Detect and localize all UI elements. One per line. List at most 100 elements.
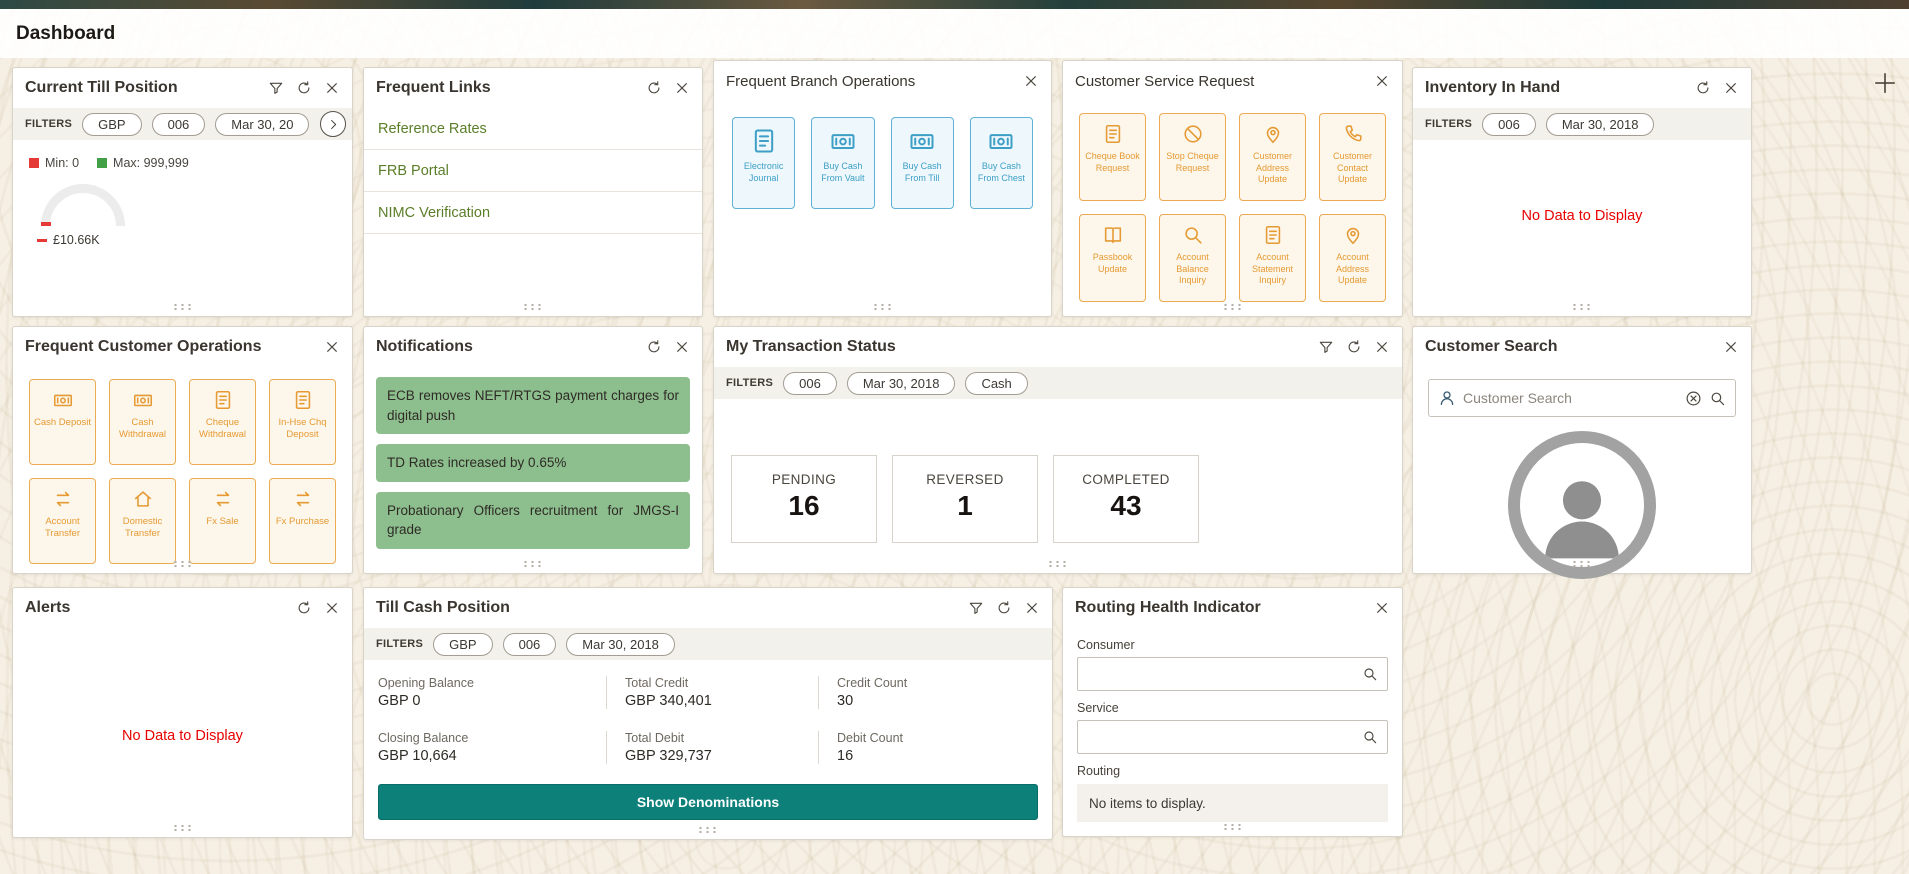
drag-handle[interactable] (1571, 560, 1593, 568)
close-icon[interactable] (1374, 339, 1390, 355)
status-box-completed[interactable]: COMPLETED 43 (1053, 455, 1199, 543)
tile-cash-withdrawal[interactable]: Cash Withdrawal (109, 379, 176, 465)
search-icon[interactable] (1362, 666, 1378, 682)
drag-handle[interactable] (1047, 560, 1069, 568)
filter-chip-date[interactable]: Mar 30, 2018 (566, 633, 675, 656)
drag-handle[interactable] (522, 303, 544, 311)
tile-cheque-book-request[interactable]: Cheque Book Request (1079, 113, 1146, 201)
refresh-icon[interactable] (296, 600, 312, 616)
close-icon[interactable] (1374, 600, 1390, 616)
tile-label: Buy Cash From Till (895, 161, 950, 184)
tile-passbook-update[interactable]: Passbook Update (1079, 214, 1146, 302)
notification-item[interactable]: TD Rates increased by 0.65% (376, 444, 690, 482)
refresh-icon[interactable] (296, 80, 312, 96)
close-icon[interactable] (1723, 80, 1739, 96)
link-nimc-verification[interactable]: NIMC Verification (364, 192, 702, 234)
tile-customer-address-update[interactable]: Customer Address Update (1239, 113, 1306, 201)
close-icon[interactable] (1023, 73, 1039, 89)
drag-handle[interactable] (522, 560, 544, 568)
metric-value: GBP 0 (378, 693, 606, 709)
search-icon[interactable] (1362, 729, 1378, 745)
filter-chip-date[interactable]: Mar 30, 2018 (1546, 113, 1655, 136)
close-icon[interactable] (1723, 339, 1739, 355)
service-search-input[interactable] (1087, 729, 1362, 745)
tile-in-hse-chq-deposit[interactable]: In-Hse Chq Deposit (269, 379, 336, 465)
filter-chip-branch[interactable]: 006 (152, 113, 206, 136)
drag-handle[interactable] (1222, 303, 1244, 311)
filter-chip-type[interactable]: Cash (965, 372, 1027, 395)
drag-handle[interactable] (172, 303, 194, 311)
filter-icon[interactable] (268, 80, 284, 96)
card-my-transaction-status: My Transaction Status FILTERS 006 Mar 30… (713, 326, 1403, 574)
add-widget-button[interactable] (1872, 70, 1898, 96)
phone-icon (1342, 123, 1364, 145)
customer-search-input[interactable] (1463, 390, 1678, 406)
filter-chip-branch[interactable]: 006 (1482, 113, 1536, 136)
card-title: Alerts (25, 599, 284, 617)
drag-handle[interactable] (1222, 823, 1244, 831)
close-icon[interactable] (324, 339, 340, 355)
tile-electronic-journal[interactable]: Electronic Journal (732, 117, 795, 209)
refresh-icon[interactable] (646, 339, 662, 355)
filter-icon[interactable] (968, 600, 984, 616)
tile-fx-purchase[interactable]: Fx Purchase (269, 478, 336, 564)
close-icon[interactable] (324, 80, 340, 96)
tile-fx-sale[interactable]: Fx Sale (189, 478, 256, 564)
drag-handle[interactable] (697, 826, 719, 834)
drag-handle[interactable] (872, 303, 894, 311)
drag-handle[interactable] (172, 560, 194, 568)
tile-buy-cash-from-till[interactable]: Buy Cash From Till (891, 117, 954, 209)
tile-label: Buy Cash From Vault (815, 161, 870, 184)
notification-item[interactable]: Probationary Officers recruitment for JM… (376, 492, 690, 549)
status-box-reversed[interactable]: REVERSED 1 (892, 455, 1038, 543)
tile-cheque-withdrawal[interactable]: Cheque Withdrawal (189, 379, 256, 465)
card-frequent-branch-operations: Frequent Branch Operations Electronic Jo… (713, 60, 1052, 317)
tile-buy-cash-from-vault[interactable]: Buy Cash From Vault (811, 117, 874, 209)
notification-item[interactable]: ECB removes NEFT/RTGS payment charges fo… (376, 377, 690, 434)
close-icon[interactable] (1024, 600, 1040, 616)
refresh-icon[interactable] (1346, 339, 1362, 355)
refresh-icon[interactable] (646, 80, 662, 96)
clear-icon[interactable] (1685, 390, 1702, 407)
drag-handle[interactable] (1571, 303, 1593, 311)
status-box-pending[interactable]: PENDING 16 (731, 455, 877, 543)
filter-icon[interactable] (1318, 339, 1334, 355)
drag-handle[interactable] (172, 824, 194, 832)
consumer-label: Consumer (1077, 638, 1388, 652)
tile-buy-cash-from-chest[interactable]: Buy Cash From Chest (970, 117, 1033, 209)
filter-chip-date[interactable]: Mar 30, 2018 (847, 372, 956, 395)
tile-account-address-update[interactable]: Account Address Update (1319, 214, 1386, 302)
refresh-icon[interactable] (996, 600, 1012, 616)
refresh-icon[interactable] (1695, 80, 1711, 96)
show-denominations-button[interactable]: Show Denominations (378, 784, 1038, 820)
tile-account-balance-inquiry[interactable]: Account Balance Inquiry (1159, 214, 1226, 302)
filter-chip-branch[interactable]: 006 (783, 372, 837, 395)
link-frb-portal[interactable]: FRB Portal (364, 150, 702, 192)
tile-label: Fx Sale (206, 516, 238, 528)
tile-account-statement-inquiry[interactable]: Account Statement Inquiry (1239, 214, 1306, 302)
filter-chip-date[interactable]: Mar 30, 20 (215, 113, 309, 136)
tile-grid: Cash Deposit Cash Withdrawal Cheque With… (29, 379, 336, 564)
link-reference-rates[interactable]: Reference Rates (364, 108, 702, 150)
tile-customer-contact-update[interactable]: Customer Contact Update (1319, 113, 1386, 201)
filter-chip-branch[interactable]: 006 (503, 633, 557, 656)
filter-chip-currency[interactable]: GBP (82, 113, 141, 136)
search-icon[interactable] (1709, 390, 1726, 407)
tile-account-transfer[interactable]: Account Transfer (29, 478, 96, 564)
close-icon[interactable] (1374, 73, 1390, 89)
tile-cash-deposit[interactable]: Cash Deposit (29, 379, 96, 465)
cash-deposit-icon (52, 389, 74, 411)
close-icon[interactable] (674, 80, 690, 96)
consumer-search-input[interactable] (1087, 666, 1362, 682)
card-header: Notifications (364, 327, 702, 367)
metric-value: 16 (837, 748, 1038, 764)
close-icon[interactable] (674, 339, 690, 355)
tile-label: Electronic Journal (736, 161, 791, 184)
close-icon[interactable] (324, 600, 340, 616)
filters-label: FILTERS (25, 118, 72, 130)
top-decoration-strip (0, 0, 1909, 9)
chevron-right-icon[interactable] (320, 111, 346, 137)
tile-stop-cheque-request[interactable]: Stop Cheque Request (1159, 113, 1226, 201)
filter-chip-currency[interactable]: GBP (433, 633, 492, 656)
tile-domestic-transfer[interactable]: Domestic Transfer (109, 478, 176, 564)
